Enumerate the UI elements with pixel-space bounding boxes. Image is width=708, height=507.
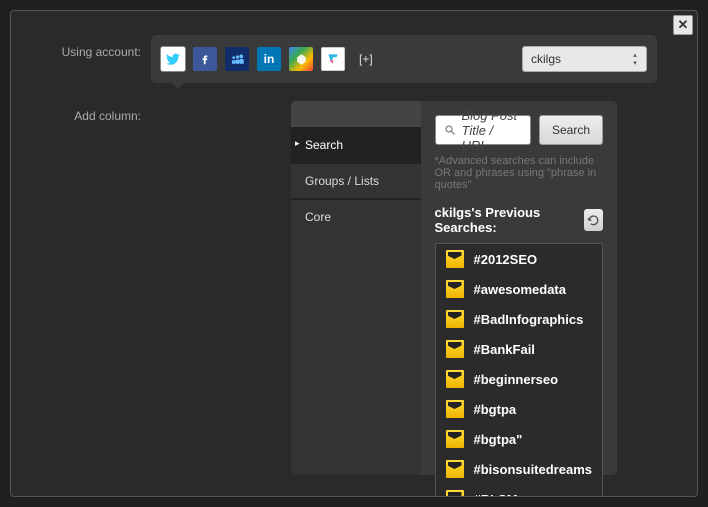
list-item-label: #BadInfographics (474, 312, 584, 327)
list-item-label: #bgtpa (474, 402, 517, 417)
search-item-icon (446, 430, 464, 448)
list-item-label: #bisonsuitedreams (474, 462, 593, 477)
refresh-button[interactable] (584, 209, 603, 231)
previous-header: ckilgs's Previous Searches: (435, 205, 604, 235)
tab-search[interactable]: Search (291, 127, 421, 163)
account-row: Using account: in (11, 11, 697, 83)
search-item-icon (446, 250, 464, 268)
pointer-caret (172, 83, 184, 89)
search-item-icon (446, 370, 464, 388)
previous-searches-list[interactable]: #2012SEO #awesomedata #BadInfographics #Ban… (435, 243, 604, 497)
close-button[interactable]: ✕ (673, 15, 693, 35)
list-item-label: #beginnerseo (474, 372, 559, 387)
search-item-icon (446, 280, 464, 298)
search-item-icon (446, 490, 464, 497)
list-item[interactable]: #awesomedata (436, 274, 603, 304)
list-item-label: #awesomedata (474, 282, 567, 297)
refresh-icon (587, 214, 600, 227)
account-select-value: ckilgs (531, 52, 561, 66)
foursquare-icon[interactable] (321, 47, 345, 71)
list-item[interactable]: #2012SEO (436, 244, 603, 274)
tab-groups[interactable]: Groups / Lists (291, 163, 421, 199)
using-account-label: Using account: (11, 35, 151, 59)
close-icon: ✕ (678, 17, 689, 33)
account-box: in [+] ckilgs ▴▾ (151, 35, 657, 83)
list-item[interactable]: #BLSM (436, 484, 603, 497)
search-item-icon (446, 460, 464, 478)
myspace-icon[interactable] (225, 47, 249, 71)
list-item[interactable]: #bgtpa" (436, 424, 603, 454)
linkedin-icon[interactable]: in (257, 47, 281, 71)
add-column-label: Add column: (11, 101, 151, 123)
list-item[interactable]: #beginnerseo (436, 364, 603, 394)
account-select[interactable]: ckilgs ▴▾ (522, 46, 647, 72)
list-item-label: #BLSM (474, 492, 518, 498)
list-item[interactable]: #bgtpa (436, 394, 603, 424)
search-item-icon (446, 310, 464, 328)
side-tabs: Search Groups / Lists Core (291, 101, 421, 475)
search-hint: *Advanced searches can include OR and ph… (435, 155, 604, 191)
search-placeholder: Blog Post Title / URL (462, 108, 522, 153)
twitter-icon[interactable] (161, 47, 185, 71)
list-item-label: #2012SEO (474, 252, 538, 267)
content-pane: Blog Post Title / URL Search *Advanced s… (421, 101, 618, 475)
buzz-icon[interactable] (289, 47, 313, 71)
list-item-label: #bgtpa" (474, 432, 523, 447)
service-icons: in [+] (161, 47, 373, 71)
search-item-icon (446, 400, 464, 418)
stepper-arrows: ▴▾ (628, 50, 642, 68)
facebook-icon[interactable] (193, 47, 217, 71)
search-icon (444, 124, 456, 136)
tab-spacer (291, 101, 421, 127)
list-item-label: #BankFail (474, 342, 535, 357)
previous-title: ckilgs's Previous Searches: (435, 205, 584, 235)
search-button[interactable]: Search (539, 115, 603, 145)
search-input[interactable]: Blog Post Title / URL (435, 115, 531, 145)
search-item-icon (446, 340, 464, 358)
list-item[interactable]: #BadInfographics (436, 304, 603, 334)
add-service-button[interactable]: [+] (359, 52, 373, 66)
tab-core[interactable]: Core (291, 199, 421, 234)
dialog-panel: ✕ Using account: in (10, 10, 698, 497)
list-item[interactable]: #bisonsuitedreams (436, 454, 603, 484)
list-item[interactable]: #BankFail (436, 334, 603, 364)
search-row: Blog Post Title / URL Search (435, 115, 604, 145)
